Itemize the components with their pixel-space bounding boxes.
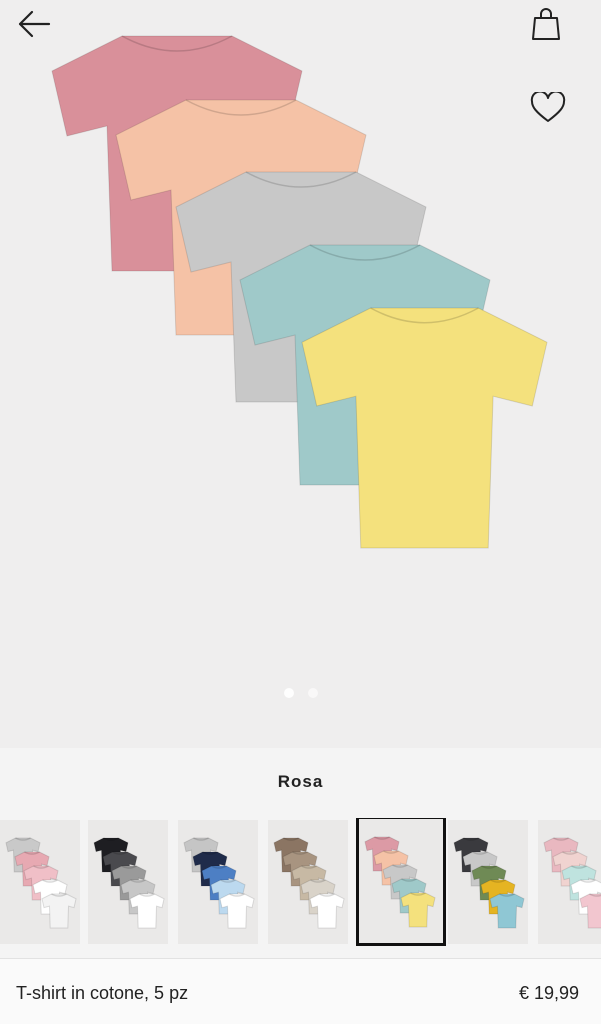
gallery-pagination [0, 688, 601, 698]
arrow-left-icon [18, 10, 51, 38]
color-swatch[interactable] [178, 820, 258, 944]
heart-icon [530, 92, 566, 122]
shopping-bag-icon [532, 8, 560, 40]
product-price: € 19,99 [518, 983, 579, 1003]
product-image-gallery[interactable] [0, 0, 601, 748]
color-swatch[interactable] [448, 820, 528, 944]
shopping-bag-button[interactable] [524, 2, 568, 46]
selected-color-label: Rosa [277, 772, 324, 791]
back-button[interactable] [12, 2, 56, 46]
product-page: Rosa T-shirt in cotone, 5 pz € 19,99 [0, 0, 601, 1024]
swatch-thumbnail [93, 837, 165, 929]
color-swatch-list [0, 818, 601, 946]
swatch-thumbnail [5, 837, 77, 929]
swatch-thumbnail [453, 837, 525, 929]
favorite-button[interactable] [526, 86, 570, 130]
color-swatch[interactable] [538, 820, 601, 944]
swatch-thumbnail [543, 837, 601, 929]
color-swatch[interactable] [268, 820, 348, 944]
product-info-bar: T-shirt in cotone, 5 pz € 19,99 [0, 958, 601, 1024]
color-swatch[interactable] [88, 820, 168, 944]
product-image [51, 35, 548, 549]
swatch-thumbnail [364, 836, 436, 928]
product-name: T-shirt in cotone, 5 pz [16, 983, 189, 1003]
pagination-dot-active[interactable] [283, 688, 294, 698]
pagination-dot[interactable] [307, 688, 318, 698]
swatch-thumbnail [183, 837, 255, 929]
color-swatch[interactable] [0, 820, 80, 944]
color-swatch-selected[interactable] [356, 818, 446, 946]
swatch-thumbnail [273, 837, 345, 929]
